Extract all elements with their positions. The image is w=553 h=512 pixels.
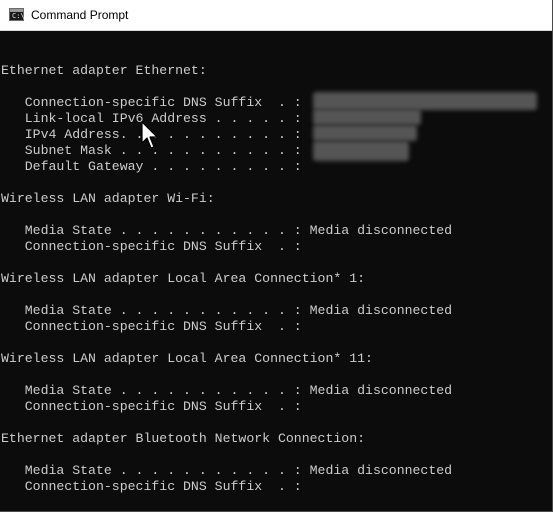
window-title: Command Prompt	[31, 8, 129, 22]
redacted-gateway-value	[313, 141, 409, 161]
console-line: Wireless LAN adapter Wi-Fi:	[1, 191, 215, 206]
console-line: Connection-specific DNS Suffix . :	[1, 479, 302, 494]
console-line: Connection-specific DNS Suffix . :	[1, 319, 302, 334]
console-output[interactable]: Ethernet adapter Ethernet: Connection-sp…	[1, 47, 552, 511]
command-prompt-window: C:\ Command Prompt Ethernet adapter Ethe…	[0, 0, 553, 512]
console-line: Connection-specific DNS Suffix . :	[1, 399, 302, 414]
console-line: Connection-specific DNS Suffix . :	[1, 239, 302, 254]
console-line: Media State . . . . . . . . . . . : Medi…	[1, 303, 453, 318]
redacted-ipv4-value	[313, 109, 421, 125]
console-line: Media State . . . . . . . . . . . : Medi…	[1, 223, 453, 238]
console-line: Link-local IPv6 Address . . . . . :	[1, 111, 302, 126]
console-line: Subnet Mask . . . . . . . . . . . :	[1, 143, 302, 158]
console-line: IPv4 Address. . . . . . . . . . . :	[24, 127, 302, 142]
redacted-subnet-value	[313, 125, 417, 141]
cmd-icon: C:\	[9, 8, 25, 21]
console-line: Ethernet adapter Bluetooth Network Conne…	[1, 431, 366, 446]
redacted-ipv6-value	[313, 92, 537, 110]
console-line: Default Gateway . . . . . . . . . :	[1, 159, 302, 174]
title-bar[interactable]: C:\ Command Prompt	[0, 0, 552, 31]
console-line: Ethernet adapter Ethernet:	[1, 63, 207, 78]
console-line: Wireless LAN adapter Local Area Connecti…	[1, 351, 373, 366]
console-line: Media State . . . . . . . . . . . : Medi…	[1, 383, 453, 398]
arrow-cursor-icon	[141, 121, 158, 149]
console-line: Wireless LAN adapter Local Area Connecti…	[1, 271, 366, 286]
console-line: Media State . . . . . . . . . . . : Medi…	[1, 463, 453, 478]
